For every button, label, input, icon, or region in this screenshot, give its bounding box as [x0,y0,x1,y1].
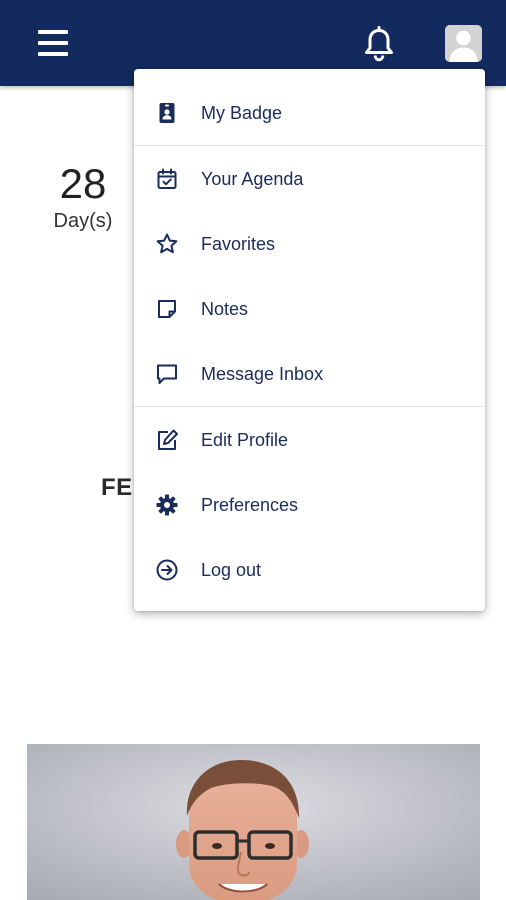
star-icon [155,232,179,256]
edit-icon [155,428,179,452]
partial-heading: FE [101,474,133,501]
menu-item-your-agenda[interactable]: Your Agenda [134,147,485,211]
countdown-widget: 28 Day(s) [28,160,138,234]
menu-divider [134,145,485,146]
menu-item-label: My Badge [201,103,283,123]
menu-item-label: Log out [201,560,262,580]
menu-item-my-badge[interactable]: My Badge [134,81,485,145]
menu-item-label: Your Agenda [201,169,304,189]
countdown-unit: Day(s) [53,210,113,232]
hamburger-menu-icon[interactable] [38,30,68,57]
menu-item-notes[interactable]: Notes [134,277,485,341]
logout-icon [155,558,179,582]
menu-item-edit-profile[interactable]: Edit Profile [134,408,485,472]
countdown-value: 28 [59,160,107,207]
menu-item-favorites[interactable]: Favorites [134,212,485,276]
menu-item-label: Preferences [201,495,299,515]
user-avatar-icon[interactable] [445,25,482,62]
message-icon [155,362,179,386]
gear-icon [155,493,179,517]
menu-item-label: Favorites [201,234,276,254]
note-icon [155,297,179,321]
menu-item-label: Notes [201,299,249,319]
menu-item-label: Edit Profile [201,430,289,450]
menu-item-preferences[interactable]: Preferences [134,473,485,537]
menu-item-label: Message Inbox [201,364,324,384]
speaker-photo [27,744,480,900]
menu-divider [134,406,485,407]
menu-item-log-out[interactable]: Log out [134,538,485,602]
menu-item-message-inbox[interactable]: Message Inbox [134,342,485,406]
user-dropdown-menu: My Badge Your Agenda Favorites Notes Mes… [134,69,485,611]
calendar-check-icon [155,167,179,191]
bell-icon[interactable] [362,26,396,62]
badge-icon [155,101,179,125]
